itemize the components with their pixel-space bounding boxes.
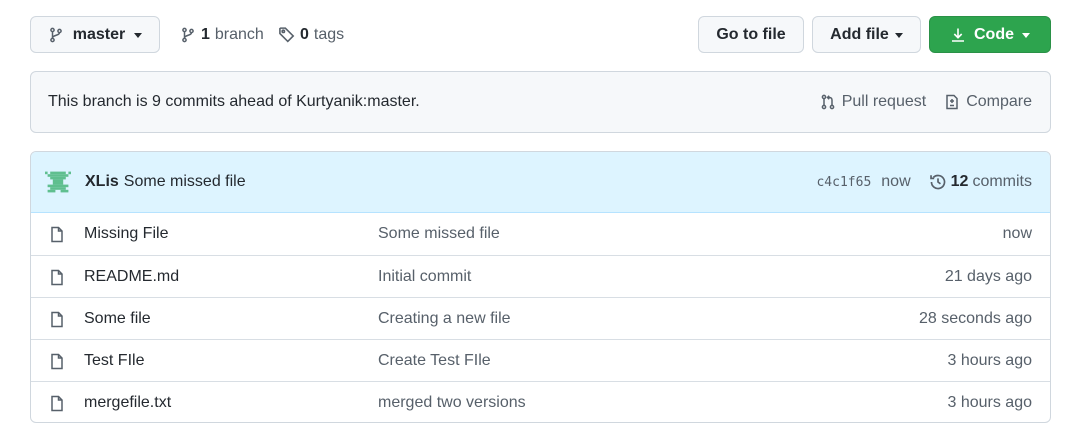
code-button[interactable]: Code [929, 16, 1051, 53]
code-label: Code [974, 25, 1014, 43]
branch-name: master [72, 25, 126, 43]
pull-request-label: Pull request [841, 93, 927, 110]
file-commit-message[interactable]: Creating a new file [378, 310, 511, 328]
tag-icon [278, 26, 295, 43]
branch-select-button[interactable]: master [30, 16, 160, 53]
file-rows: Missing File Some missed file now README.md… [31, 213, 1050, 422]
table-row[interactable]: README.md Initial commit 21 days ago [31, 255, 1050, 297]
repo-toolbar: master 1 branch 0 tags Go to file Add fi… [30, 16, 1051, 53]
file-commit-age: 3 hours ago [947, 351, 1032, 369]
go-to-file-label: Go to file [716, 25, 786, 43]
branch-ahead-notice: This branch is 9 commits ahead of Kurtya… [30, 71, 1051, 133]
table-row[interactable]: Test FIle Create Test FIle 3 hours ago [31, 339, 1050, 381]
file-icon [49, 269, 65, 286]
commit-message[interactable]: Some missed file [124, 173, 246, 191]
commits-history-link[interactable]: 12 commits [929, 173, 1032, 191]
download-icon [950, 27, 966, 43]
file-listing: XLis Some missed file c4c1f65 now 12 com… [30, 151, 1051, 423]
compare-link[interactable]: Compare [944, 93, 1032, 111]
file-icon [49, 395, 65, 412]
tags-link[interactable]: 0 tags [278, 16, 344, 53]
avatar[interactable] [45, 169, 71, 195]
file-name-link[interactable]: mergefile.txt [84, 394, 171, 412]
latest-commit-bar: XLis Some missed file c4c1f65 now 12 com… [31, 152, 1050, 213]
branches-label: branch [214, 25, 264, 43]
file-commit-age: 28 seconds ago [919, 309, 1032, 327]
pull-request-link[interactable]: Pull request [820, 93, 927, 111]
file-commit-message[interactable]: merged two versions [378, 394, 526, 412]
file-commit-age: 3 hours ago [947, 393, 1032, 411]
file-name-link[interactable]: README.md [84, 268, 179, 286]
add-file-button[interactable]: Add file [812, 16, 921, 53]
branches-count: 1 [201, 25, 210, 43]
commit-sha[interactable]: c4c1f65 [816, 175, 871, 190]
file-commit-message[interactable]: Create Test FIle [378, 352, 491, 370]
git-branch-icon [48, 27, 64, 43]
file-diff-icon [944, 94, 960, 110]
file-name-link[interactable]: Some file [84, 310, 151, 328]
commit-time: now [881, 173, 911, 190]
go-to-file-button[interactable]: Go to file [698, 16, 804, 53]
file-name-link[interactable]: Test FIle [84, 352, 144, 370]
file-icon [49, 353, 65, 370]
file-commit-age: now [1002, 225, 1032, 242]
file-commit-message[interactable]: Some missed file [378, 225, 500, 243]
branch-ahead-text: This branch is 9 commits ahead of Kurtya… [48, 93, 420, 110]
branches-link[interactable]: 1 branch [180, 16, 264, 53]
file-commit-age: 21 days ago [944, 267, 1032, 285]
compare-label: Compare [966, 93, 1032, 110]
add-file-label: Add file [830, 25, 889, 43]
history-icon [929, 173, 947, 191]
file-icon [49, 226, 65, 243]
file-name-link[interactable]: Missing File [84, 225, 168, 243]
tags-count: 0 [300, 25, 309, 43]
commits-count: 12 [950, 173, 969, 190]
file-commit-message[interactable]: Initial commit [378, 268, 471, 286]
chevron-down-icon [894, 33, 903, 38]
chevron-down-icon [134, 33, 143, 38]
table-row[interactable]: Some file Creating a new file 28 seconds a… [31, 297, 1050, 339]
git-pull-request-icon [820, 94, 836, 110]
commit-author[interactable]: XLis [85, 173, 119, 191]
chevron-down-icon [1022, 33, 1030, 38]
tags-label: tags [313, 25, 345, 43]
git-branch-icon [180, 27, 196, 43]
file-icon [49, 311, 65, 328]
commits-label: commits [972, 173, 1032, 190]
table-row[interactable]: Missing File Some missed file now [31, 213, 1050, 255]
table-row[interactable]: mergefile.txt merged two versions 3 hours … [31, 381, 1050, 422]
